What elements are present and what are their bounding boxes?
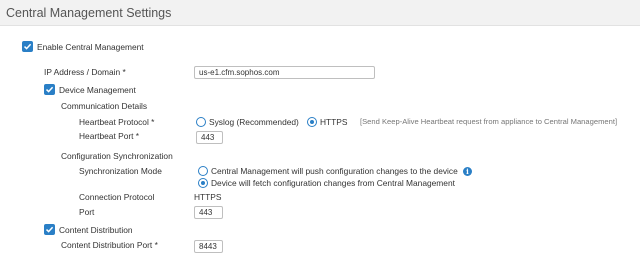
content-distribution-checkbox[interactable] xyxy=(44,224,55,235)
page-title: Central Management Settings xyxy=(6,6,172,20)
checkmark-icon xyxy=(45,226,54,233)
device-management-label: Device Management xyxy=(59,85,136,95)
sync-mode-fetch-label: Device will fetch configuration changes … xyxy=(211,178,455,188)
sync-mode-push-label: Central Management will push configurati… xyxy=(211,166,458,176)
connection-protocol-value: HTTPS xyxy=(194,192,222,202)
content-distribution-label: Content Distribution xyxy=(59,225,133,235)
sync-mode-label: Synchronization Mode xyxy=(79,166,162,176)
heartbeat-syslog-label: Syslog (Recommended) xyxy=(209,117,299,127)
connection-protocol-label: Connection Protocol xyxy=(79,192,155,202)
device-management-checkbox[interactable] xyxy=(44,84,55,95)
enable-central-management-label: Enable Central Management xyxy=(37,42,144,52)
checkmark-icon xyxy=(23,43,32,50)
content-distribution-port-input[interactable]: 8443 xyxy=(194,240,223,253)
heartbeat-port-input[interactable]: 443 xyxy=(196,131,223,144)
heartbeat-port-label: Heartbeat Port * xyxy=(79,131,140,141)
port-input[interactable]: 443 xyxy=(194,206,223,219)
ip-address-label: IP Address / Domain * xyxy=(44,67,126,77)
page-header: Central Management Settings xyxy=(0,0,640,26)
sync-mode-fetch-radio[interactable] xyxy=(198,178,208,188)
enable-central-management-checkbox[interactable] xyxy=(22,41,33,52)
ip-address-input[interactable]: us-e1.cfm.sophos.com xyxy=(194,66,375,79)
heartbeat-https-label: HTTPS xyxy=(320,117,348,127)
content-distribution-port-label: Content Distribution Port * xyxy=(61,240,158,250)
configuration-sync-title: Configuration Synchronization xyxy=(61,151,173,161)
heartbeat-protocol-label: Heartbeat Protocol * xyxy=(79,117,155,127)
communication-details-title: Communication Details xyxy=(61,101,148,111)
heartbeat-syslog-radio[interactable] xyxy=(196,117,206,127)
checkmark-icon xyxy=(45,86,54,93)
info-icon[interactable]: i xyxy=(463,167,472,176)
heartbeat-hint: [Send Keep-Alive Heartbeat request from … xyxy=(360,117,618,126)
heartbeat-https-radio[interactable] xyxy=(307,117,317,127)
port-label: Port xyxy=(79,207,95,217)
sync-mode-push-radio[interactable] xyxy=(198,166,208,176)
